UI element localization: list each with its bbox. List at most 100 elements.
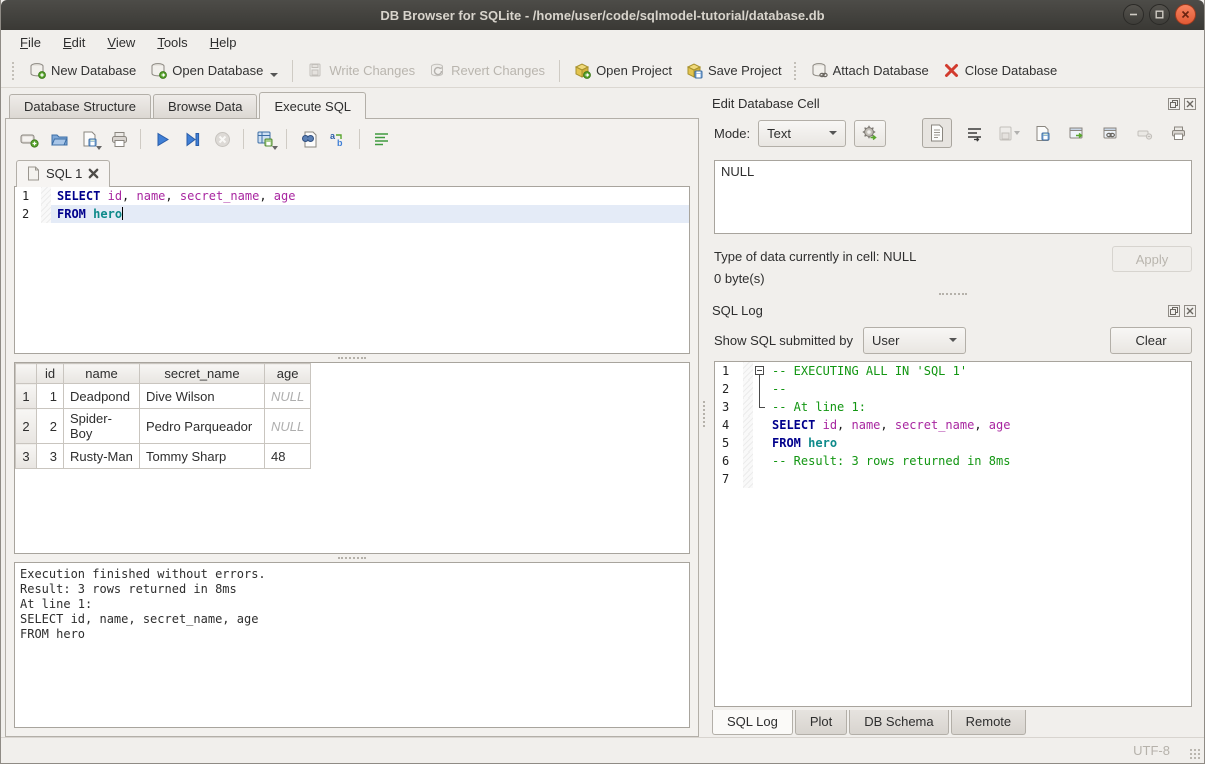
- toolbar-grip[interactable]: [794, 62, 799, 80]
- print-button[interactable]: [106, 127, 132, 151]
- column-header-id[interactable]: id: [37, 364, 64, 384]
- cell-export-button[interactable]: [1030, 121, 1054, 145]
- sql-log-filter-select[interactable]: User: [863, 327, 966, 354]
- cell[interactable]: Spider-Boy: [64, 409, 140, 444]
- svg-text:b: b: [337, 138, 343, 148]
- cell[interactable]: Dive Wilson: [140, 384, 265, 409]
- open-database-dropdown-icon[interactable]: [270, 73, 278, 77]
- menu-item-help[interactable]: Help: [199, 33, 248, 52]
- cell[interactable]: NULL: [265, 384, 311, 409]
- cell[interactable]: 48: [265, 444, 311, 469]
- editor-results-splitter[interactable]: [14, 354, 690, 362]
- cell[interactable]: 2: [37, 409, 64, 444]
- close-button[interactable]: [1175, 4, 1196, 25]
- resize-grip-icon[interactable]: [1189, 748, 1201, 760]
- word-wrap-button[interactable]: [368, 127, 394, 151]
- row-header[interactable]: 2: [16, 409, 37, 444]
- menu-item-tools[interactable]: Tools: [146, 33, 198, 52]
- write-changes-button[interactable]: Write Changes: [300, 58, 422, 83]
- execute-current-line-button[interactable]: [179, 127, 205, 151]
- mode-select[interactable]: Text: [758, 120, 846, 147]
- tab-execute-sql[interactable]: Execute SQL: [259, 92, 366, 119]
- cell-editor-textarea[interactable]: NULL: [714, 160, 1192, 234]
- edit-cell-close-button[interactable]: [1184, 98, 1196, 110]
- fold-marker[interactable]: [753, 362, 766, 380]
- stop-button[interactable]: [209, 127, 235, 151]
- cell-text-mode-button[interactable]: [922, 118, 952, 148]
- save-sql-dropdown-icon[interactable]: [96, 146, 102, 150]
- title-bar[interactable]: DB Browser for SQLite - /home/user/code/…: [1, 0, 1204, 30]
- results-message-splitter[interactable]: [14, 554, 690, 562]
- bottom-tab-plot[interactable]: Plot: [795, 710, 847, 735]
- row-header[interactable]: 1: [16, 384, 37, 409]
- sql-doc-tab[interactable]: SQL 1: [16, 160, 110, 187]
- cell-size-info: 0 byte(s): [714, 268, 916, 290]
- execute-all-button[interactable]: [149, 127, 175, 151]
- menu-item-view[interactable]: View: [96, 33, 146, 52]
- cell-print-button[interactable]: [1166, 121, 1190, 145]
- edit-cell-float-button[interactable]: [1168, 98, 1180, 110]
- row-header[interactable]: 3: [16, 444, 37, 469]
- tab-browse-data[interactable]: Browse Data: [153, 94, 257, 118]
- fold-collapse-icon[interactable]: [755, 366, 764, 375]
- cell-set-null-button[interactable]: [1132, 121, 1156, 145]
- column-header-name[interactable]: name: [64, 364, 140, 384]
- menu-item-edit[interactable]: Edit: [52, 33, 96, 52]
- cell-link-button[interactable]: [1098, 121, 1122, 145]
- cell[interactable]: NULL: [265, 409, 311, 444]
- code-text: -- EXECUTING ALL IN 'SQL 1': [766, 362, 1191, 380]
- save-project-button[interactable]: Save Project: [679, 58, 789, 83]
- apply-button[interactable]: Apply: [1112, 246, 1192, 272]
- cell-word-wrap-button[interactable]: [962, 121, 986, 145]
- cell[interactable]: Tommy Sharp: [140, 444, 265, 469]
- open-project-button[interactable]: Open Project: [567, 58, 679, 83]
- dock-splitter[interactable]: [708, 290, 1198, 298]
- bottom-tab-db-schema[interactable]: DB Schema: [849, 710, 948, 735]
- panel-splitter[interactable]: [699, 91, 708, 737]
- auto-apply-button[interactable]: [854, 120, 886, 147]
- menu-item-file[interactable]: File: [9, 33, 52, 52]
- save-results-dropdown-icon[interactable]: [272, 146, 278, 150]
- sql-editor[interactable]: 1SELECT id, name, secret_name, age2FROM …: [14, 186, 690, 354]
- execution-message-box[interactable]: Execution finished without errors.Result…: [14, 562, 690, 728]
- attach-database-button[interactable]: Attach Database: [804, 58, 936, 83]
- open-database-icon: [150, 62, 167, 79]
- cell[interactable]: 3: [37, 444, 64, 469]
- toolbar-grip[interactable]: [12, 62, 17, 80]
- save-sql-file-button[interactable]: [76, 127, 102, 151]
- cell-import-button[interactable]: [996, 121, 1020, 145]
- sql-doc-tab-close-button[interactable]: [88, 168, 99, 179]
- open-sql-file-button[interactable]: [46, 127, 72, 151]
- column-header-secret_name[interactable]: secret_name: [140, 364, 265, 384]
- clear-log-button[interactable]: Clear: [1110, 327, 1192, 354]
- float-icon: [1170, 307, 1178, 315]
- results-area[interactable]: idnamesecret_nameage11DeadpondDive Wilso…: [14, 362, 690, 554]
- find-button[interactable]: [295, 127, 321, 151]
- tab-database-structure[interactable]: Database Structure: [9, 94, 151, 118]
- new-sql-tab-button[interactable]: [16, 127, 42, 151]
- open-database-button[interactable]: Open Database: [143, 58, 285, 83]
- cell[interactable]: Pedro Parqueador: [140, 409, 265, 444]
- new-database-button[interactable]: New Database: [22, 58, 143, 83]
- cell[interactable]: Rusty-Man: [64, 444, 140, 469]
- fold-marker: [753, 452, 766, 470]
- bottom-tab-remote[interactable]: Remote: [951, 710, 1027, 735]
- column-header-age[interactable]: age: [265, 364, 311, 384]
- close-database-button[interactable]: Close Database: [936, 58, 1065, 83]
- minimize-button[interactable]: [1123, 4, 1144, 25]
- encoding-indicator[interactable]: UTF-8: [1133, 743, 1170, 758]
- corner-header[interactable]: [16, 364, 37, 384]
- maximize-button[interactable]: [1149, 4, 1170, 25]
- cell[interactable]: 1: [37, 384, 64, 409]
- code-line[interactable]: 1SELECT id, name, secret_name, age: [15, 187, 689, 205]
- sql-log-close-button[interactable]: [1184, 305, 1196, 317]
- revert-changes-button[interactable]: Revert Changes: [422, 58, 552, 83]
- cell-open-external-button[interactable]: [1064, 121, 1088, 145]
- save-results-button[interactable]: [252, 127, 278, 151]
- sql-log-view[interactable]: 1-- EXECUTING ALL IN 'SQL 1'2--3-- At li…: [714, 361, 1192, 707]
- cell[interactable]: Deadpond: [64, 384, 140, 409]
- code-line[interactable]: 2FROM hero: [15, 205, 689, 223]
- bottom-tab-sql-log[interactable]: SQL Log: [712, 710, 793, 735]
- replace-button[interactable]: ab: [325, 127, 351, 151]
- sql-log-float-button[interactable]: [1168, 305, 1180, 317]
